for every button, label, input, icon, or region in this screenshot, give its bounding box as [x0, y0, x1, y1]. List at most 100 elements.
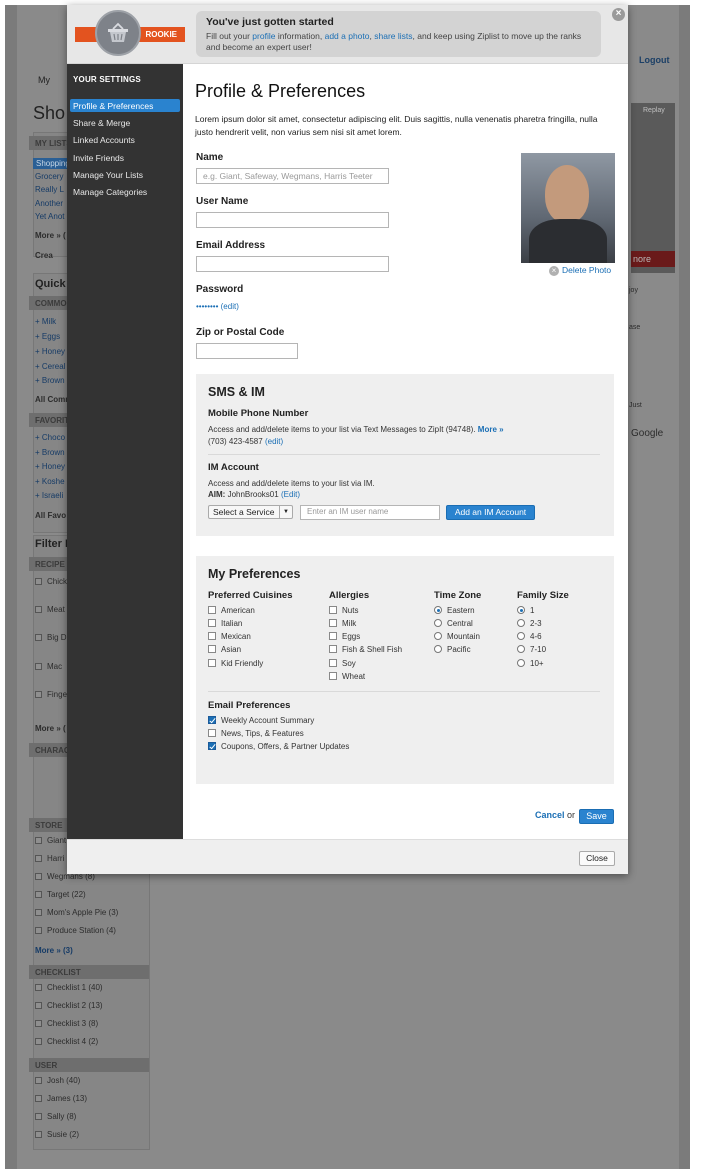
bg-common-item[interactable]: + Cereal	[35, 362, 65, 371]
sidebar-item-invite-friends[interactable]: Invite Friends	[70, 151, 180, 164]
cuisine-option[interactable]: Asian	[208, 645, 241, 654]
checkbox[interactable]	[329, 659, 337, 667]
bg-common-item[interactable]: + Milk	[35, 317, 56, 326]
add-photo-link[interactable]: add a photo	[325, 31, 370, 41]
bg-list-item[interactable]: Another	[35, 199, 63, 208]
checkbox[interactable]	[35, 927, 42, 934]
checkbox[interactable]	[329, 645, 337, 653]
checkbox[interactable]	[208, 659, 216, 667]
profile-link[interactable]: profile	[252, 31, 275, 41]
checkbox[interactable]	[329, 619, 337, 627]
bg-all-favorites[interactable]: All Favo	[35, 511, 66, 520]
bg-list-item[interactable]: Grocery	[35, 172, 63, 181]
checkbox[interactable]	[35, 909, 42, 916]
allergy-option[interactable]: Nuts	[329, 606, 358, 615]
sidebar-item-profile-preferences[interactable]: Profile & Preferences	[70, 99, 180, 112]
save-button[interactable]: Save	[579, 809, 614, 824]
add-im-account-button[interactable]: Add an IM Account	[446, 505, 535, 520]
family-size-option[interactable]: 10+	[517, 659, 544, 668]
sidebar-item-manage-categories[interactable]: Manage Categories	[70, 185, 180, 198]
timezone-option[interactable]: Mountain	[434, 632, 480, 641]
checkbox[interactable]	[35, 606, 42, 613]
checkbox[interactable]	[329, 672, 337, 680]
checkbox-checked[interactable]	[208, 716, 216, 724]
bg-common-item[interactable]: + Honey	[35, 347, 65, 356]
allergy-option[interactable]: Wheat	[329, 672, 365, 681]
timezone-option[interactable]: Eastern	[434, 606, 475, 615]
bg-store-item[interactable]: Harri	[35, 854, 64, 863]
email-pref-option[interactable]: News, Tips, & Features	[208, 729, 304, 738]
bg-create-list[interactable]: Crea	[35, 251, 53, 260]
checkbox[interactable]	[208, 606, 216, 614]
checkbox[interactable]	[35, 663, 42, 670]
cuisine-option[interactable]: Italian	[208, 619, 242, 628]
bg-checklist-item[interactable]: Checklist 1 (40)	[35, 983, 103, 992]
service-select[interactable]: Select a Service ▼	[208, 505, 293, 519]
radio[interactable]	[434, 619, 442, 627]
bg-user-item[interactable]: Sally (8)	[35, 1112, 76, 1121]
more-link[interactable]: More »	[478, 425, 504, 434]
sidebar-item-manage-lists[interactable]: Manage Your Lists	[70, 168, 180, 181]
bg-recipe-item[interactable]: Mac	[35, 662, 62, 671]
username-field[interactable]	[196, 212, 389, 228]
allergy-option[interactable]: Milk	[329, 619, 356, 628]
bg-ad-more[interactable]: nore	[631, 251, 675, 267]
checkbox[interactable]	[35, 1095, 42, 1102]
bg-replay-label[interactable]: Replay	[643, 107, 665, 114]
bg-favorite-item[interactable]: + Brown	[35, 448, 65, 457]
close-icon[interactable]: ×	[612, 8, 625, 21]
close-button[interactable]: Close	[579, 851, 615, 866]
checkbox[interactable]	[329, 632, 337, 640]
cuisine-option[interactable]: Kid Friendly	[208, 659, 263, 668]
bg-user-item[interactable]: Susie (2)	[35, 1130, 79, 1139]
name-field[interactable]: e.g. Giant, Safeway, Wegmans, Harris Tee…	[196, 168, 389, 184]
aim-edit-link[interactable]: (Edit)	[281, 490, 300, 499]
checkbox[interactable]	[35, 837, 42, 844]
checkbox[interactable]	[35, 1038, 42, 1045]
bg-user-item[interactable]: Josh (40)	[35, 1076, 80, 1085]
radio[interactable]	[434, 645, 442, 653]
cancel-link[interactable]: Cancel	[535, 810, 565, 820]
im-username-input[interactable]: Enter an IM user name	[300, 505, 440, 520]
bg-more-lists[interactable]: More » (	[35, 231, 66, 240]
bg-ad-banner[interactable]: Replay nore	[631, 103, 675, 273]
checkbox[interactable]	[208, 632, 216, 640]
checkbox[interactable]	[35, 691, 42, 698]
checkbox[interactable]	[35, 1131, 42, 1138]
allergy-option[interactable]: Eggs	[329, 632, 360, 641]
cuisine-option[interactable]: American	[208, 606, 255, 615]
bg-favorite-item[interactable]: + Koshe	[35, 477, 65, 486]
family-size-option[interactable]: 7-10	[517, 645, 546, 654]
bg-recipe-item[interactable]: Meat	[35, 605, 65, 614]
bg-recipe-item[interactable]: Finge	[35, 690, 67, 699]
bg-more-recipes[interactable]: More » (	[35, 724, 66, 733]
bg-store-item[interactable]: Produce Station (4)	[35, 926, 116, 935]
radio[interactable]	[517, 619, 525, 627]
bg-list-item[interactable]: Yet Anot	[35, 212, 65, 221]
checkbox[interactable]	[208, 619, 216, 627]
bg-favorite-item[interactable]: + Israeli	[35, 491, 63, 500]
checkbox[interactable]	[35, 1002, 42, 1009]
checkbox[interactable]	[35, 873, 42, 880]
bg-common-item[interactable]: + Brown	[35, 376, 65, 385]
checkbox[interactable]	[35, 578, 42, 585]
checkbox[interactable]	[208, 729, 216, 737]
phone-edit-link[interactable]: (edit)	[265, 437, 283, 446]
radio-selected[interactable]	[434, 606, 442, 614]
tab-my[interactable]: My	[38, 75, 50, 85]
email-field[interactable]	[196, 256, 389, 272]
bg-recipe-item[interactable]: Chick	[35, 577, 67, 586]
logout-link[interactable]: Logout	[639, 55, 670, 65]
radio-selected[interactable]	[517, 606, 525, 614]
zip-field[interactable]	[196, 343, 298, 359]
radio[interactable]	[517, 645, 525, 653]
bg-store-item[interactable]: Mom's Apple Pie (3)	[35, 908, 118, 917]
bg-more-stores[interactable]: More » (3)	[35, 946, 73, 955]
bg-store-item[interactable]: Target (22)	[35, 890, 86, 899]
bg-checklist-item[interactable]: Checklist 3 (8)	[35, 1019, 98, 1028]
checkbox[interactable]	[35, 1077, 42, 1084]
password-edit-link[interactable]: (edit)	[221, 302, 239, 311]
allergy-option[interactable]: Fish & Shell Fish	[329, 645, 402, 654]
radio[interactable]	[434, 632, 442, 640]
bg-store-item[interactable]: Giant	[35, 836, 66, 845]
